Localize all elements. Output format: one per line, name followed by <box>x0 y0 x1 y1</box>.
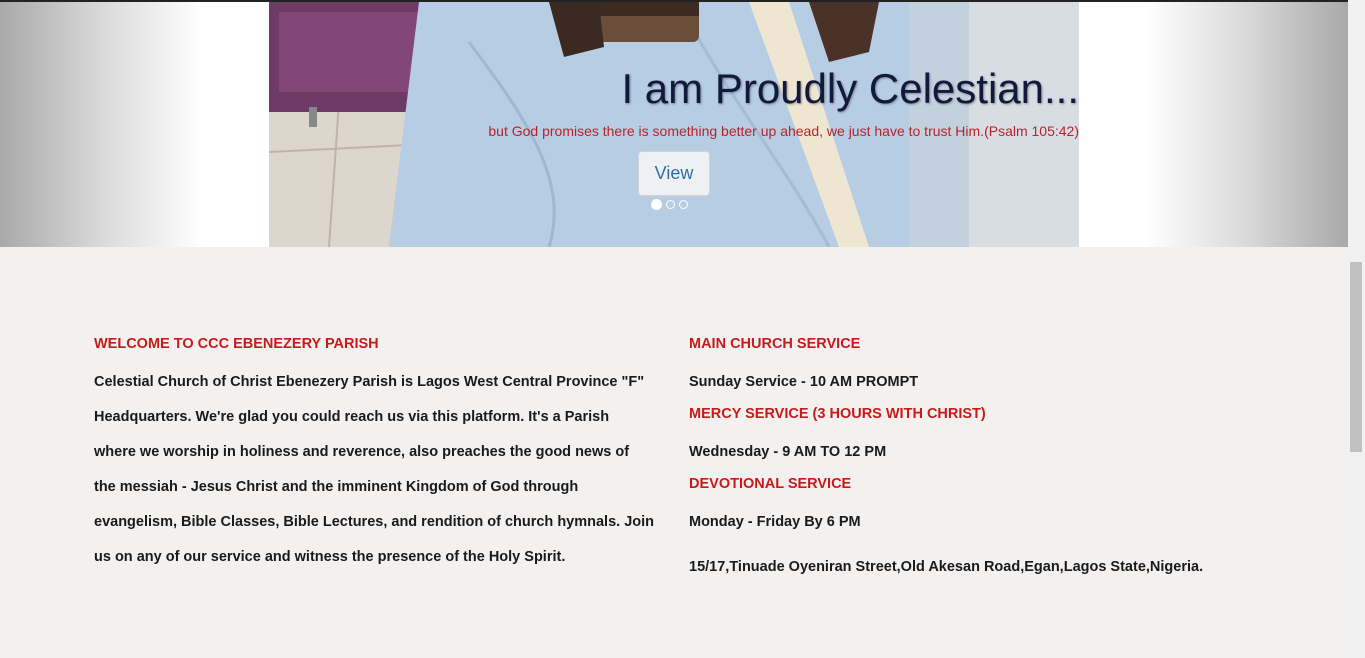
church-address: 15/17,Tinuade Oyeniran Street,Old Akesan… <box>689 559 1204 575</box>
vertical-scrollbar[interactable] <box>1348 0 1365 658</box>
hero-subtitle: but God promises there is something bett… <box>488 123 1079 139</box>
service-heading-main: MAIN CHURCH SERVICE <box>689 336 861 352</box>
service-time-devotional: Monday - Friday By 6 PM <box>689 514 861 530</box>
view-button[interactable]: View <box>638 151 710 196</box>
hero-title: I am Proudly Celestian... <box>621 65 1079 112</box>
service-time-mercy: Wednesday - 9 AM TO 12 PM <box>689 444 887 460</box>
welcome-body: Celestial Church of Christ Ebenezery Par… <box>94 374 655 565</box>
service-heading-devotional: DEVOTIONAL SERVICE <box>689 476 852 492</box>
welcome-heading: WELCOME TO CCC EBENEZERY PARISH <box>94 336 379 352</box>
hero-carousel: I am Proudly Celestian... but God promis… <box>0 2 1348 247</box>
welcome-section: WELCOME TO CCC EBENEZERY PARISH Celestia… <box>94 330 654 575</box>
carousel-indicators <box>651 199 688 210</box>
services-section: MAIN CHURCH SERVICE Sunday Service - 10 … <box>689 330 1309 578</box>
carousel-dot-1[interactable] <box>651 199 662 210</box>
carousel-dot-3[interactable] <box>679 200 688 209</box>
service-heading-mercy: MERCY SERVICE (3 HOURS WITH CHRIST) <box>689 406 986 422</box>
slide-image: I am Proudly Celestian... but God promis… <box>269 2 1079 247</box>
scrollbar-thumb[interactable] <box>1350 262 1362 452</box>
carousel-dot-2[interactable] <box>666 200 675 209</box>
service-time-main: Sunday Service - 10 AM PROMPT <box>689 374 919 390</box>
